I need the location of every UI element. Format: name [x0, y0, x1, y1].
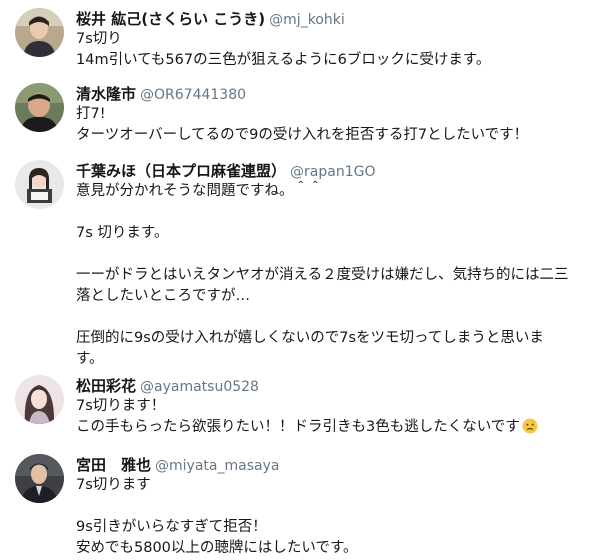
- display-name[interactable]: 桜井 紘己(さくらい こうき): [76, 10, 265, 28]
- tweet-text: 7s切ります 9s引きがいらなすぎて拒否！ 安めでも5800以上の聴牌にはしたい…: [76, 475, 592, 559]
- tweet-text-line: 打7!: [76, 106, 106, 122]
- user-handle[interactable]: @miyata_masaya: [155, 458, 279, 474]
- tweet-text: 打7! ターツオーバーしてるので9の受け入れを拒否する打7としたいです！: [76, 104, 592, 146]
- tweet-text-line: [76, 307, 592, 328]
- tweet-text-line: [76, 244, 592, 265]
- user-avatar-icon[interactable]: [15, 454, 64, 503]
- tweet-text-fragment: この手もらったら欲張りたい！！ドラ引きも3色も逃したくないです: [76, 419, 520, 435]
- display-name[interactable]: 清水隆市: [76, 85, 136, 103]
- tweet-header: 桜井 紘己(さくらい こうき) @mj_kohki: [76, 8, 592, 29]
- display-name[interactable]: 松田彩花: [76, 377, 136, 395]
- tweet-text-line: 一ーがドラとはいえタンヤオが消える２度受けは嫌だし、気持ち的には二三: [76, 267, 569, 283]
- tweet-text-line: 7s切ります！: [76, 398, 166, 414]
- tweet-header: 松田彩花 @ayamatsu0528: [76, 375, 592, 396]
- tweet-text-line: 安めでも5800以上の聴牌にはしたいです。: [76, 540, 358, 556]
- user-handle[interactable]: @rapan1GO: [290, 164, 375, 180]
- tweet-header: 宮田 雅也 @miyata_masaya: [76, 454, 592, 475]
- tweet-text-line: ターツオーバーしてるので9の受け入れを拒否する打7としたいです！: [76, 127, 529, 143]
- tweet-text-line: [76, 202, 592, 223]
- user-avatar-icon[interactable]: [15, 375, 64, 424]
- tweet-text-line: この手もらったら欲張りたい！！ドラ引きも3色も逃したくないです: [76, 417, 592, 438]
- tweet-header: 千葉みほ（日本プロ麻雀連盟） @rapan1GO: [76, 160, 592, 181]
- tweet-text-line: 落としたいところですが…: [76, 288, 250, 304]
- tweet-text: 意見が分かれそうな問題ですね。＾＾ 7s 切ります。 一ーがドラとはいえタンヤオ…: [76, 181, 592, 370]
- tweet-text-line: 圧倒的に9sの受け入れが嬉しくないので7sをツモ切ってしまうと思いま: [76, 330, 544, 346]
- worried-face-icon: [522, 418, 538, 434]
- user-avatar-icon[interactable]: [15, 160, 64, 209]
- tweet-text-line: 意見が分かれそうな問題ですね。＾＾: [76, 183, 323, 199]
- tweet-text-line: 9s引きがいらなすぎて拒否！: [76, 519, 267, 535]
- tweet-text: 7s切り 14m引いても567の三色が狙えるように6ブロックに受けます。: [76, 29, 592, 71]
- tweet-text-line: 7s 切ります。: [76, 225, 169, 241]
- tweet-text-line: [76, 496, 592, 517]
- user-avatar-icon[interactable]: [15, 83, 64, 132]
- display-name[interactable]: 千葉みほ（日本プロ麻雀連盟）: [76, 162, 286, 180]
- user-handle[interactable]: @mj_kohki: [269, 12, 345, 28]
- user-handle[interactable]: @ayamatsu0528: [140, 379, 259, 395]
- display-name[interactable]: 宮田 雅也: [76, 456, 151, 474]
- tweet-text-line: 14m引いても567の三色が狙えるように6ブロックに受けます。: [76, 52, 491, 68]
- tweet-feed: 桜井 紘己(さくらい こうき) @mj_kohki 7s切り 14m引いても567…: [0, 0, 600, 560]
- tweet-text: 7s切ります！ この手もらったら欲張りたい！！ドラ引きも3色も逃したくないです: [76, 396, 592, 438]
- tweet-text-line: す。: [76, 351, 104, 367]
- user-handle[interactable]: @OR67441380: [140, 87, 246, 103]
- tweet-text-line: 7s切ります: [76, 477, 151, 493]
- tweet-text-line: 7s切り: [76, 31, 122, 47]
- tweet-header: 清水隆市 @OR67441380: [76, 83, 592, 104]
- user-avatar-icon[interactable]: [15, 8, 64, 57]
